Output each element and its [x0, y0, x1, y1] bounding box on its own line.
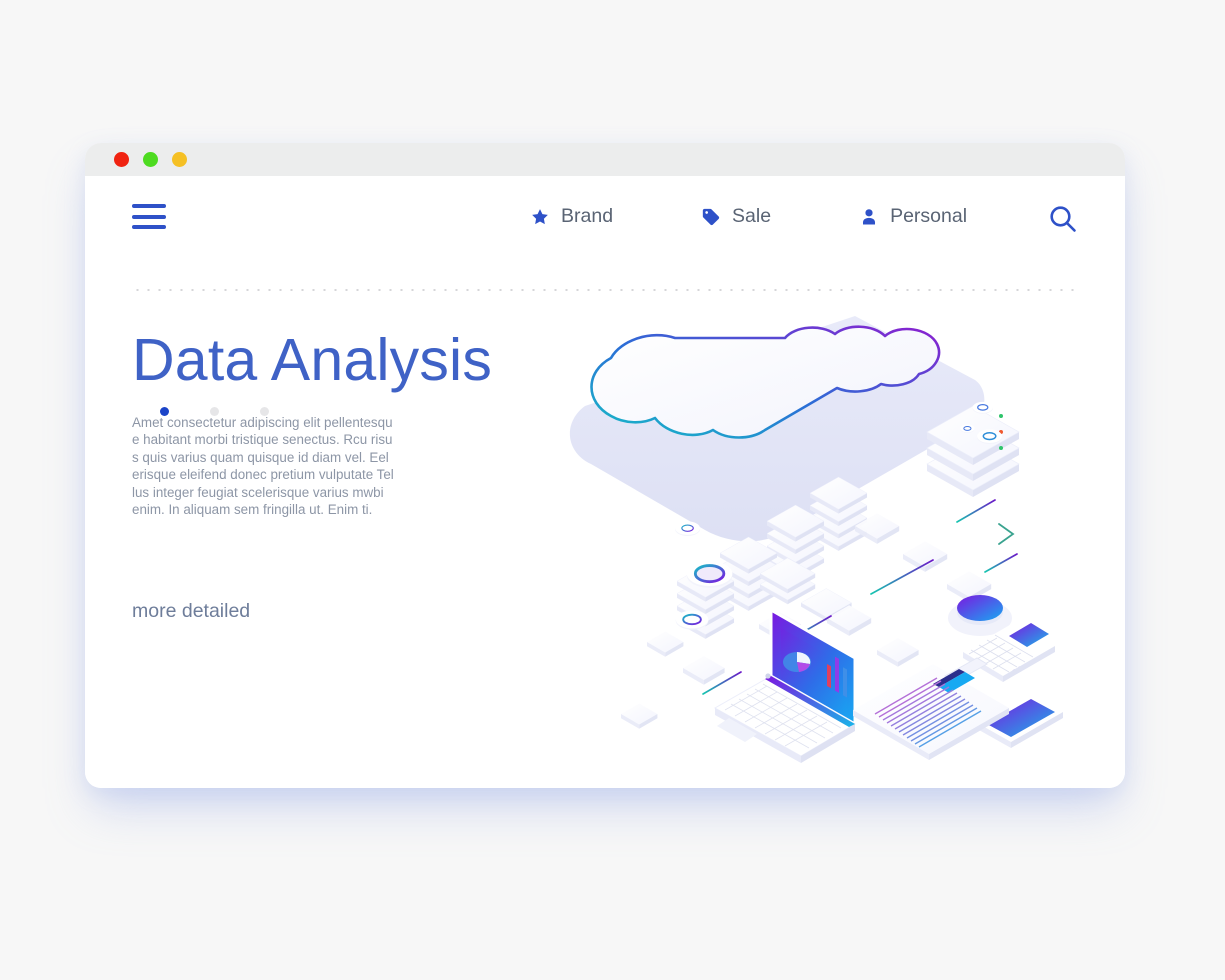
- carousel-dots: [160, 407, 269, 416]
- nav-item-brand[interactable]: Brand: [530, 205, 613, 228]
- document: [853, 657, 1009, 760]
- hamburger-icon[interactable]: [132, 204, 166, 229]
- laptop: [713, 607, 857, 763]
- window-titlebar: [85, 143, 1125, 176]
- window-maximize-button[interactable]: [172, 152, 187, 167]
- nav-item-personal[interactable]: Personal: [859, 205, 967, 228]
- tag-icon: [702, 208, 720, 225]
- person-icon: [863, 208, 876, 224]
- carousel-dot-3[interactable]: [260, 407, 269, 416]
- hero-paragraph: Amet consectetur adipiscing elit pellent…: [132, 414, 394, 517]
- nav-item-sale[interactable]: Sale: [701, 205, 771, 228]
- top-navigation: Brand Sale Personal: [85, 176, 1125, 257]
- nav-divider: [132, 289, 1078, 291]
- nav-item-label: Sale: [732, 205, 772, 227]
- carousel-dot-2[interactable]: [210, 407, 219, 416]
- more-detailed-link[interactable]: more detailed: [132, 600, 250, 623]
- page-body: Brand Sale Personal Data Analysis Amet c…: [85, 176, 1125, 788]
- hero-copy: Data Analysis Amet consectetur adipiscin…: [132, 327, 493, 518]
- window-minimize-button[interactable]: [143, 152, 158, 167]
- nav-links: Brand Sale Personal: [530, 176, 967, 257]
- page-title: Data Analysis: [132, 327, 493, 393]
- isometric-illustration: [555, 294, 1095, 764]
- nav-item-label: Personal: [890, 205, 968, 227]
- browser-window: Brand Sale Personal Data Analysis Amet c…: [85, 143, 1125, 788]
- cloud-shape: [569, 316, 985, 542]
- chevron-icon: [998, 523, 1015, 545]
- carousel-dot-1[interactable]: [160, 407, 169, 416]
- window-close-button[interactable]: [114, 152, 129, 167]
- search-icon[interactable]: [1048, 204, 1078, 234]
- nav-item-label: Brand: [561, 205, 614, 227]
- star-icon: [532, 208, 548, 224]
